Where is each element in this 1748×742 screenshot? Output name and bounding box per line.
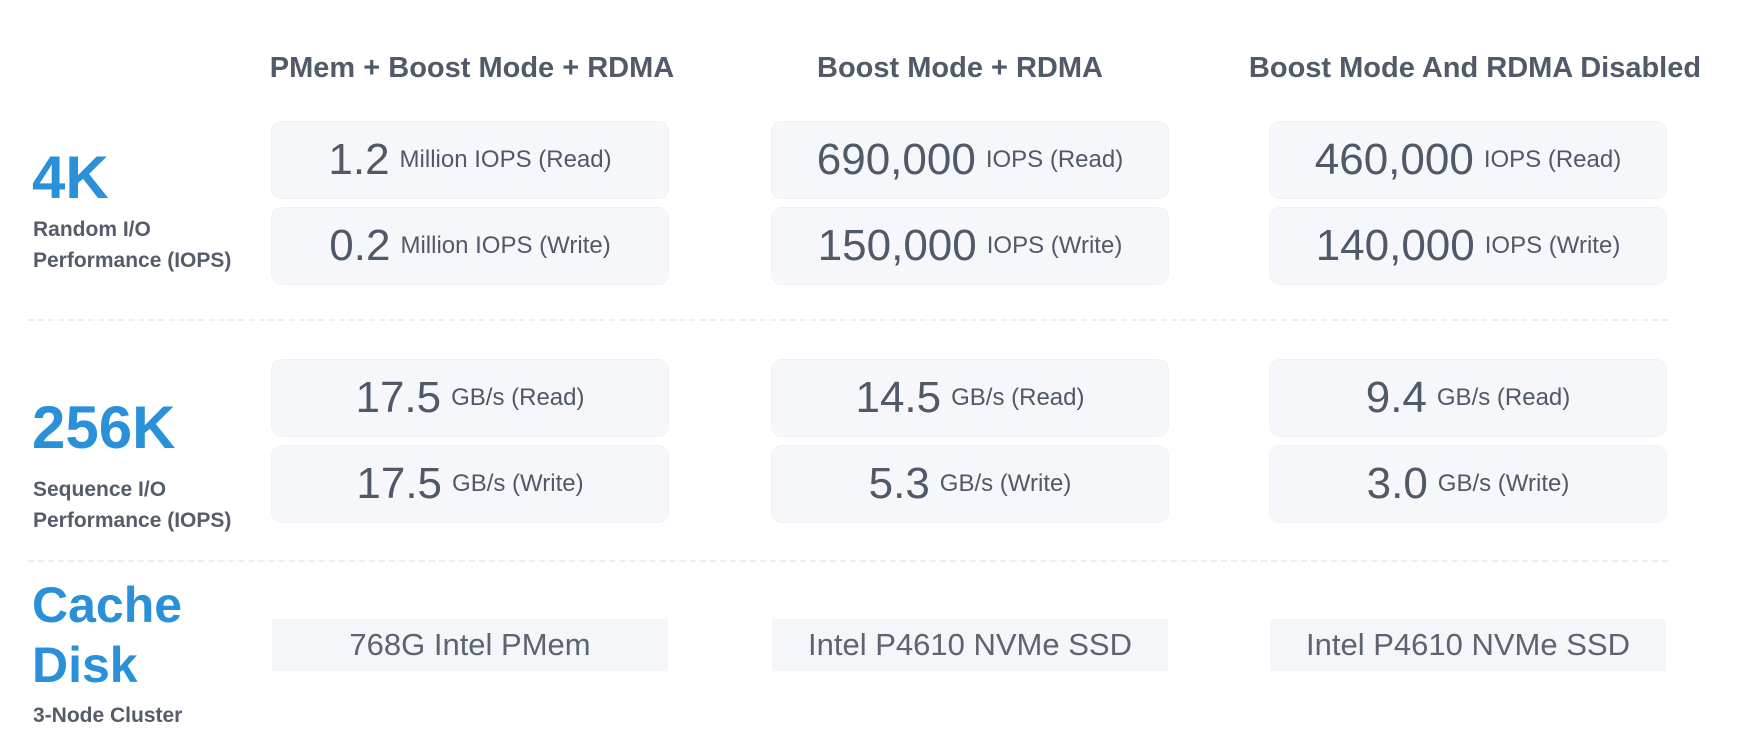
column-header-boost-rdma: Boost Mode + RDMA bbox=[817, 52, 1103, 84]
metric-value: 9.4 bbox=[1365, 373, 1427, 422]
row-label-cache: Cache bbox=[32, 577, 183, 633]
column-header-disabled: Boost Mode And RDMA Disabled bbox=[1248, 52, 1702, 84]
metric-unit: IOPS (Write) bbox=[1484, 232, 1621, 259]
metric-unit: GB/s (Read) bbox=[951, 384, 1085, 411]
cell-cache-boost: Intel P4610 NVMe SSD bbox=[772, 619, 1168, 671]
cell-256k-disabled-read: 9.4 GB/s (Read) bbox=[1270, 360, 1666, 436]
metric-unit: GB/s (Write) bbox=[452, 470, 584, 497]
metric-unit: GB/s (Read) bbox=[1436, 384, 1571, 411]
metric-unit: GB/s (Write) bbox=[1437, 470, 1570, 497]
metric-unit: GB/s (Read) bbox=[451, 384, 585, 411]
cell-256k-pmem-write: 17.5 GB/s (Write) bbox=[272, 446, 668, 522]
metric-value: 3.0 bbox=[1366, 459, 1428, 508]
cell-256k-boost-write: 5.3 GB/s (Write) bbox=[772, 446, 1168, 522]
row-divider bbox=[28, 319, 1668, 321]
cell-4k-disabled-read: 460,000 IOPS (Read) bbox=[1270, 122, 1666, 198]
cell-256k-disabled-write: 3.0 GB/s (Write) bbox=[1270, 446, 1666, 522]
row-sublabel-cluster: 3-Node Cluster bbox=[33, 704, 183, 727]
cell-4k-pmem-read: 1.2 Million IOPS (Read) bbox=[272, 122, 668, 198]
row-sublabel-random-io: Random I/O bbox=[33, 218, 151, 241]
column-header-pmem: PMem + Boost Mode + RDMA bbox=[269, 52, 675, 84]
metric-value: 690,000 bbox=[816, 135, 976, 184]
metric-unit: GB/s (Write) bbox=[939, 470, 1072, 497]
cell-cache-disabled: Intel P4610 NVMe SSD bbox=[1270, 619, 1666, 671]
metric-value: 140,000 bbox=[1315, 221, 1475, 270]
cell-4k-disabled-write: 140,000 IOPS (Write) bbox=[1270, 208, 1666, 284]
metric-value: 17.5 bbox=[355, 373, 442, 422]
metric-unit: IOPS (Write) bbox=[986, 232, 1123, 259]
metric-value: 150,000 bbox=[817, 221, 977, 270]
row-divider bbox=[28, 560, 1668, 562]
row-label-disk: Disk bbox=[32, 637, 138, 693]
cell-4k-boost-write: 150,000 IOPS (Write) bbox=[772, 208, 1168, 284]
metric-value: 17.5 bbox=[356, 459, 443, 508]
cell-256k-boost-read: 14.5 GB/s (Read) bbox=[772, 360, 1168, 436]
metric-value: 460,000 bbox=[1314, 135, 1474, 184]
metric-value: 5.3 bbox=[868, 459, 930, 508]
metric-value: 14.5 bbox=[855, 373, 942, 422]
cell-4k-boost-read: 690,000 IOPS (Read) bbox=[772, 122, 1168, 198]
metric-value: 1.2 bbox=[328, 135, 390, 184]
cell-4k-pmem-write: 0.2 Million IOPS (Write) bbox=[272, 208, 668, 284]
cell-256k-pmem-read: 17.5 GB/s (Read) bbox=[272, 360, 668, 436]
row-sublabel-sequence-io: Sequence I/O bbox=[33, 478, 167, 501]
row-sublabel-sequence-performance: Performance (IOPS) bbox=[33, 509, 232, 532]
row-label-4k: 4K bbox=[32, 144, 109, 211]
metric-value: 0.2 bbox=[329, 221, 391, 270]
metric-unit: IOPS (Read) bbox=[985, 146, 1124, 173]
cell-cache-pmem: 768G Intel PMem bbox=[272, 619, 668, 671]
metric-unit: Million IOPS (Write) bbox=[400, 232, 611, 259]
row-label-256k: 256K bbox=[32, 394, 176, 461]
row-sublabel-random-performance: Performance (IOPS) bbox=[33, 249, 232, 272]
metric-unit: Million IOPS (Read) bbox=[399, 146, 612, 173]
metric-unit: IOPS (Read) bbox=[1483, 146, 1622, 173]
